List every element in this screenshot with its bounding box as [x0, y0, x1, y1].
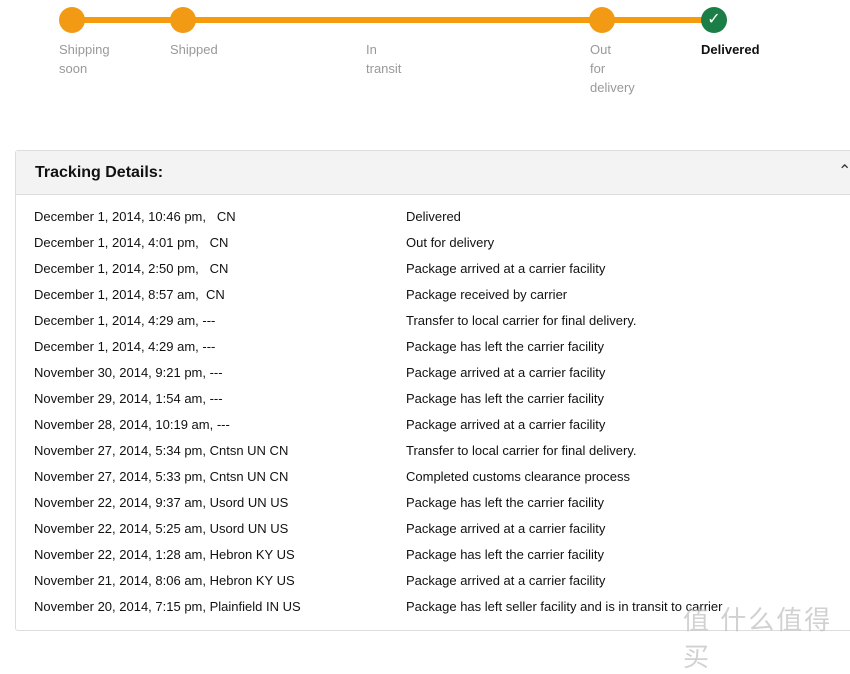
chevron-up-icon[interactable]: ⌃	[838, 161, 850, 181]
row-date: December 1, 2014, 8:57 am, CN	[34, 287, 225, 302]
step-dot	[59, 7, 85, 33]
watermark-logo: 值 什么值得买	[683, 605, 833, 672]
row-date: November 22, 2014, 1:28 am, Hebron KY US	[34, 547, 295, 562]
row-status: Package arrived at a carrier facility	[406, 573, 606, 588]
checkmark-icon: ✓	[701, 7, 727, 33]
row-status: Delivered	[406, 209, 461, 224]
row-status: Package arrived at a carrier facility	[406, 365, 606, 380]
row-status: Out for delivery	[406, 235, 495, 250]
row-status: Package has left the carrier facility	[406, 495, 604, 510]
step-dot	[170, 7, 196, 33]
row-status: Package has left the carrier facility	[406, 391, 604, 406]
row-status: Package has left the carrier facility	[406, 547, 604, 562]
step-label: Out for delivery	[590, 40, 635, 97]
row-date: December 1, 2014, 4:01 pm, CN	[34, 235, 229, 250]
row-date: November 29, 2014, 1:54 am, ---	[34, 391, 223, 406]
row-date: November 28, 2014, 10:19 am, ---	[34, 417, 230, 432]
step-label: Shipped	[170, 40, 218, 59]
row-status: Package has left the carrier facility	[406, 339, 604, 354]
row-date: December 1, 2014, 10:46 pm, CN	[34, 209, 236, 224]
step-dot	[589, 7, 615, 33]
step-label-line: In	[366, 42, 377, 57]
row-status: Transfer to local carrier for final deli…	[406, 443, 637, 458]
row-status: Completed customs clearance process	[406, 469, 630, 484]
step-label-line: delivery	[590, 80, 635, 95]
step-label-line: transit	[366, 61, 402, 76]
row-date: November 21, 2014, 8:06 am, Hebron KY US	[34, 573, 295, 588]
step-label-line: Delivered	[701, 42, 760, 57]
step-label: Shipping soon	[59, 40, 110, 78]
row-date: December 1, 2014, 2:50 pm, CN	[34, 261, 229, 276]
row-status: Package arrived at a carrier facility	[406, 261, 606, 276]
row-status: Package received by carrier	[406, 287, 568, 302]
row-date: November 22, 2014, 9:37 am, Usord UN US	[34, 495, 289, 510]
progress-track	[72, 17, 714, 23]
row-date: November 27, 2014, 5:33 pm, Cntsn UN CN	[34, 469, 289, 484]
row-date: November 30, 2014, 9:21 pm, ---	[34, 365, 223, 380]
row-date: November 20, 2014, 7:15 pm, Plainfield I…	[34, 599, 301, 614]
step-label: In transit	[366, 40, 401, 78]
step-label-line: soon	[59, 61, 88, 76]
row-status: Package has left seller facility and is …	[406, 599, 723, 614]
step-label-line: for	[590, 61, 606, 76]
row-status: Transfer to local carrier for final deli…	[406, 313, 637, 328]
row-date: December 1, 2014, 4:29 am, ---	[34, 313, 216, 328]
row-date: December 1, 2014, 4:29 am, ---	[34, 339, 216, 354]
row-status: Package arrived at a carrier facility	[406, 417, 606, 432]
step-label-line: Shipped	[170, 42, 218, 57]
step-label-line: Shipping	[59, 42, 110, 57]
tracking-details-header[interactable]: Tracking Details: ⌃	[16, 151, 850, 195]
row-status: Package arrived at a carrier facility	[406, 521, 606, 536]
row-date: November 27, 2014, 5:34 pm, Cntsn UN CN	[34, 443, 289, 458]
step-label: Delivered	[701, 40, 760, 59]
tracking-details-title: Tracking Details:	[35, 164, 164, 181]
row-date: November 22, 2014, 5:25 am, Usord UN US	[34, 521, 289, 536]
step-label-line: Out	[590, 42, 611, 57]
